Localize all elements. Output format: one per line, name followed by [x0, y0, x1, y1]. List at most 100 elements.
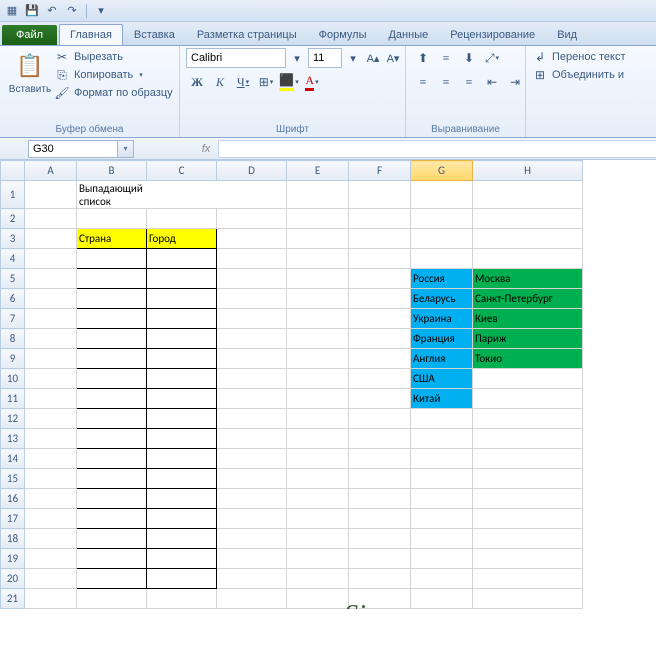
tab-data[interactable]: Данные [377, 24, 439, 45]
cell-D12[interactable] [217, 409, 287, 429]
undo-icon[interactable]: ↶ [44, 3, 60, 19]
cell-D16[interactable] [217, 489, 287, 509]
cell-E1[interactable] [287, 181, 349, 209]
cell-F18[interactable] [349, 529, 411, 549]
cell-E7[interactable] [287, 309, 349, 329]
cell-E13[interactable] [287, 429, 349, 449]
cell-D5[interactable] [217, 269, 287, 289]
cell-B12[interactable] [77, 409, 147, 429]
file-tab[interactable]: Файл [2, 25, 57, 45]
cell-F8[interactable] [349, 329, 411, 349]
row-header-14[interactable]: 14 [1, 449, 25, 469]
cell-H13[interactable] [473, 429, 583, 449]
copy-button[interactable]: ⎘Копировать▾ [54, 66, 173, 84]
cell-C6[interactable] [147, 289, 217, 309]
row-header-7[interactable]: 7 [1, 309, 25, 329]
cell-H14[interactable] [473, 449, 583, 469]
cell-B10[interactable] [77, 369, 147, 389]
cell-C10[interactable] [147, 369, 217, 389]
cell-B20[interactable] [77, 569, 147, 589]
cell-G14[interactable] [411, 449, 473, 469]
cell-A17[interactable] [25, 509, 77, 529]
cell-E15[interactable] [287, 469, 349, 489]
formula-bar[interactable] [218, 140, 656, 158]
cell-F1[interactable] [349, 181, 411, 209]
col-header-F[interactable]: F [349, 161, 411, 181]
name-box-dropdown[interactable]: ▾ [118, 140, 134, 158]
cell-H8[interactable]: Париж [473, 329, 583, 349]
cell-G7[interactable]: Украина [411, 309, 473, 329]
cell-C11[interactable] [147, 389, 217, 409]
cell-E10[interactable] [287, 369, 349, 389]
cell-G4[interactable] [411, 249, 473, 269]
cell-B5[interactable] [77, 269, 147, 289]
border-button[interactable]: ⊞▾ [255, 72, 277, 92]
align-right-icon[interactable]: ≡ [458, 72, 480, 92]
col-header-G[interactable]: G [411, 161, 473, 181]
cell-H12[interactable] [473, 409, 583, 429]
row-header-1[interactable]: 1 [1, 181, 25, 209]
cell-G6[interactable]: Беларусь [411, 289, 473, 309]
cell-D21[interactable] [217, 589, 287, 609]
cell-G16[interactable] [411, 489, 473, 509]
cell-G10[interactable]: США [411, 369, 473, 389]
font-size-combo[interactable]: 11 [308, 48, 342, 68]
cell-H16[interactable] [473, 489, 583, 509]
cell-F17[interactable] [349, 509, 411, 529]
underline-button[interactable]: Ч▾ [232, 72, 254, 92]
tab-home[interactable]: Главная [59, 24, 123, 45]
cell-A21[interactable] [25, 589, 77, 609]
row-header-10[interactable]: 10 [1, 369, 25, 389]
cell-B17[interactable] [77, 509, 147, 529]
cell-B21[interactable] [77, 589, 147, 609]
cell-F16[interactable] [349, 489, 411, 509]
cell-C9[interactable] [147, 349, 217, 369]
cell-F6[interactable] [349, 289, 411, 309]
cell-C18[interactable] [147, 529, 217, 549]
cell-G1[interactable] [411, 181, 473, 209]
cell-H2[interactable] [473, 209, 583, 229]
font-color-button[interactable]: A▾ [301, 72, 323, 92]
bold-button[interactable]: Ж [186, 72, 208, 92]
cell-B6[interactable] [77, 289, 147, 309]
cell-E2[interactable] [287, 209, 349, 229]
cell-F13[interactable] [349, 429, 411, 449]
align-top-icon[interactable]: ⬆ [412, 48, 434, 68]
cut-button[interactable]: ✂Вырезать [54, 48, 173, 66]
row-header-8[interactable]: 8 [1, 329, 25, 349]
cell-D6[interactable] [217, 289, 287, 309]
cell-H5[interactable]: Москва [473, 269, 583, 289]
cell-D9[interactable] [217, 349, 287, 369]
cell-C17[interactable] [147, 509, 217, 529]
cell-A18[interactable] [25, 529, 77, 549]
cell-E21[interactable] [287, 589, 349, 609]
cell-G8[interactable]: Франция [411, 329, 473, 349]
cell-G19[interactable] [411, 549, 473, 569]
cell-A20[interactable] [25, 569, 77, 589]
cell-A9[interactable] [25, 349, 77, 369]
row-header-4[interactable]: 4 [1, 249, 25, 269]
cell-E5[interactable] [287, 269, 349, 289]
row-header-17[interactable]: 17 [1, 509, 25, 529]
cell-B15[interactable] [77, 469, 147, 489]
cell-B13[interactable] [77, 429, 147, 449]
indent-dec-icon[interactable]: ⇤ [481, 72, 503, 92]
row-header-21[interactable]: 21 [1, 589, 25, 609]
cell-H17[interactable] [473, 509, 583, 529]
cell-A12[interactable] [25, 409, 77, 429]
cell-B2[interactable] [77, 209, 147, 229]
cell-H18[interactable] [473, 529, 583, 549]
cell-E11[interactable] [287, 389, 349, 409]
cell-E17[interactable] [287, 509, 349, 529]
cell-G2[interactable] [411, 209, 473, 229]
tab-review[interactable]: Рецензирование [439, 24, 546, 45]
cell-F5[interactable] [349, 269, 411, 289]
cell-C21[interactable] [147, 589, 217, 609]
cell-D15[interactable] [217, 469, 287, 489]
orientation-icon[interactable]: ⤢▾ [481, 48, 503, 68]
cell-C4[interactable] [147, 249, 217, 269]
cell-C14[interactable] [147, 449, 217, 469]
col-header-H[interactable]: H [473, 161, 583, 181]
cell-H10[interactable] [473, 369, 583, 389]
italic-button[interactable]: К [209, 72, 231, 92]
